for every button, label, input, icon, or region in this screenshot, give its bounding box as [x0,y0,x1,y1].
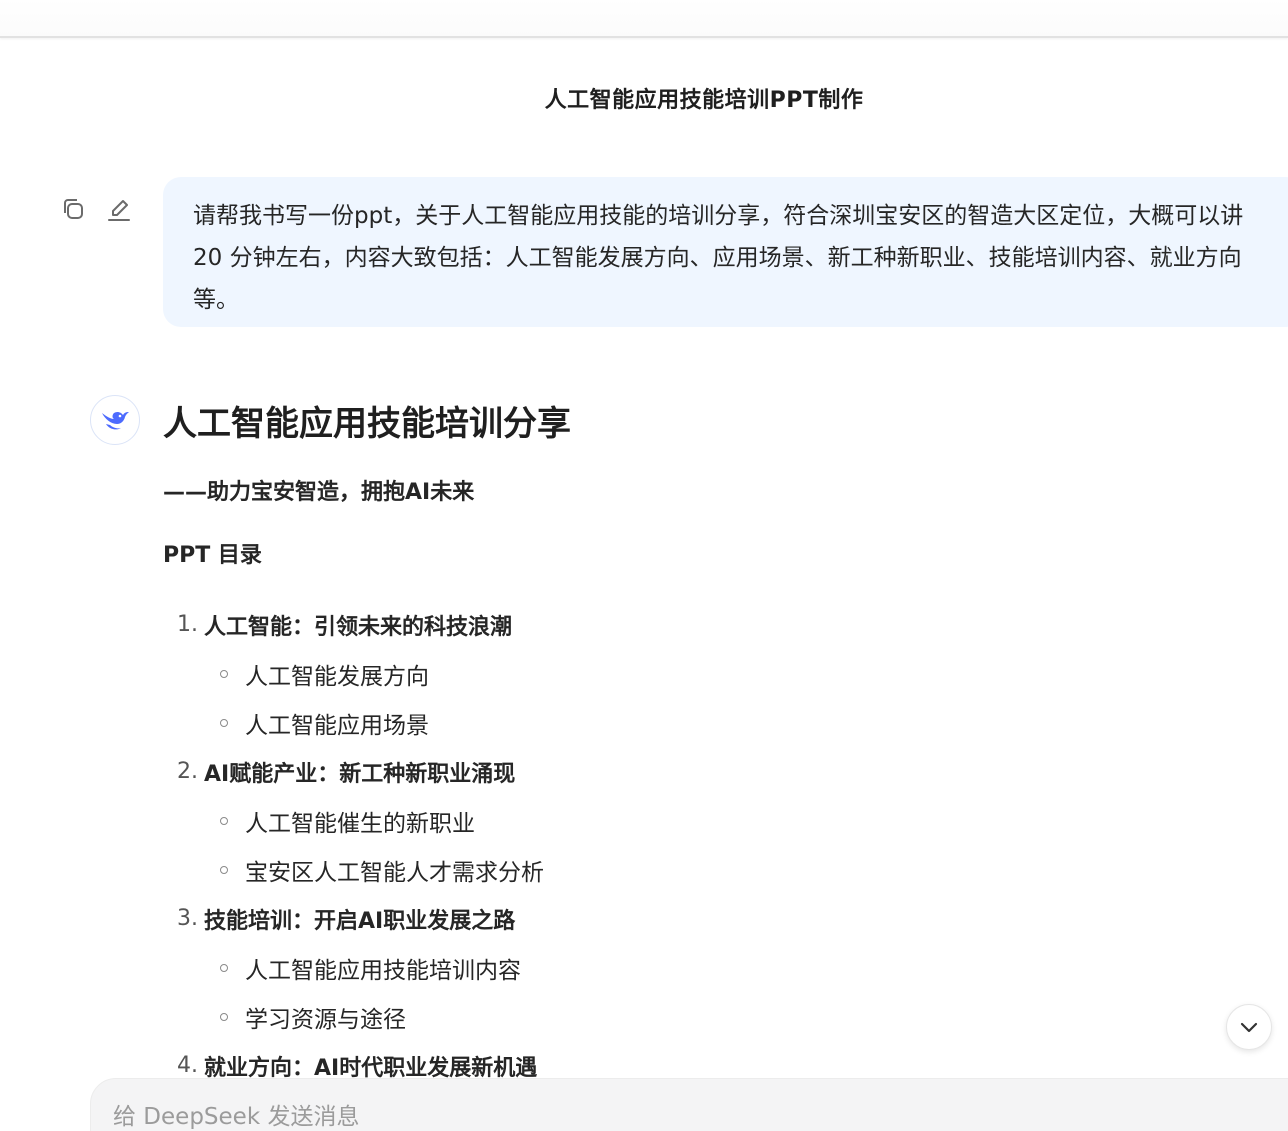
section-title: 技能培训：开启AI职业发展之路 [204,908,516,934]
section-title: 就业方向：AI时代职业发展新机遇 [204,1055,538,1081]
outline-subitem: 人工智能催生的新职业 [163,796,1063,845]
subitem-text: 人工智能应用技能培训内容 [245,957,521,984]
chat-page: 人工智能应用技能培训PPT制作 请帮我书写一份ppt，关于人工智能应用技能的培训… [0,0,1288,1131]
edit-icon [108,200,130,221]
edit-button[interactable] [104,194,134,224]
section-number: 3. [177,906,198,931]
message-input[interactable] [113,1099,1013,1131]
copy-button[interactable] [58,194,88,224]
subitem-text: 人工智能催生的新职业 [245,810,475,837]
chevron-down-icon [1240,1022,1258,1033]
subitem-text: 宝安区人工智能人才需求分析 [245,859,544,886]
outline-section: 3. 技能培训：开启AI职业发展之路 [163,894,1063,943]
outline-subitem: 宝安区人工智能人才需求分析 [163,845,1063,894]
outline-section: 1. 人工智能：引领未来的科技浪潮 [163,600,1063,649]
outline-subitem: 人工智能应用场景 [163,698,1063,747]
chat-title: 人工智能应用技能培训PPT制作 [544,88,864,113]
bullet-circle-icon [220,963,228,972]
subitem-text: 人工智能发展方向 [245,663,429,690]
user-message-actions [58,194,134,224]
scroll-to-bottom-button[interactable] [1226,1004,1272,1050]
outline-section: 2. AI赋能产业：新工种新职业涌现 [163,747,1063,796]
section-title: AI赋能产业：新工种新职业涌现 [204,761,516,787]
assistant-avatar [90,395,140,445]
bullet-circle-icon [220,816,228,825]
bullet-circle-icon [220,669,228,678]
outline-subitem: 学习资源与途径 [163,992,1063,1041]
bullet-circle-icon [220,718,228,727]
top-bar [0,0,1288,38]
toc-label: PPT 目录 [163,543,262,568]
outline-list: 1. 人工智能：引领未来的科技浪潮 人工智能发展方向 人工智能应用场景 2. A… [163,600,1063,1090]
outline-subitem: 人工智能应用技能培训内容 [163,943,1063,992]
assistant-heading: 人工智能应用技能培训分享 [163,404,571,444]
subitem-text: 学习资源与途径 [245,1006,406,1033]
outline-subitem: 人工智能发展方向 [163,649,1063,698]
bullet-circle-icon [220,1012,228,1021]
message-composer [90,1078,1288,1131]
deepseek-whale-icon [102,411,129,430]
user-message-bubble: 请帮我书写一份ppt，关于人工智能应用技能的培训分享，符合深圳宝安区的智造大区定… [163,177,1288,327]
bullet-circle-icon [220,865,228,874]
copy-icon [64,199,83,219]
section-number: 2. [177,759,198,784]
assistant-subtitle: ——助力宝安智造，拥抱AI未来 [163,480,475,505]
subitem-text: 人工智能应用场景 [245,712,429,739]
section-number: 1. [177,612,198,637]
section-number: 4. [177,1053,198,1078]
section-title: 人工智能：引领未来的科技浪潮 [204,614,513,640]
